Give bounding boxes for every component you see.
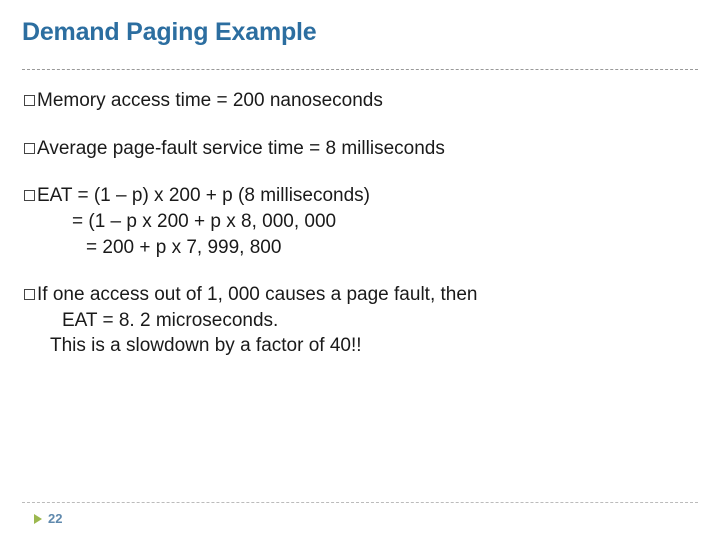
square-bullet-icon xyxy=(24,190,35,201)
bullet-lead: Average xyxy=(37,138,107,159)
page-number: 22 xyxy=(48,511,62,526)
bullet-text: page-fault service time = 8 milliseconds xyxy=(107,138,444,159)
bullet-lead: If xyxy=(37,284,48,305)
bullet-text: access time = 200 nanoseconds xyxy=(106,90,383,111)
eat-line-3: = 200 + p x 7, 999, 800 xyxy=(24,235,698,261)
bullet-lead: EAT xyxy=(37,185,72,206)
bullet-text: one access out of 1, 000 causes a page f… xyxy=(48,284,478,305)
bullet-text: = (1 – p) x 200 + p (8 milliseconds) xyxy=(72,185,370,206)
if-line-2: EAT = 8. 2 microseconds. xyxy=(24,308,698,334)
bullet-avg-page-fault: Average page-fault service time = 8 mill… xyxy=(24,136,698,162)
divider-top xyxy=(22,69,698,70)
bullet-lead: Memory xyxy=(37,90,106,111)
divider-bottom xyxy=(22,502,698,503)
triangle-icon xyxy=(34,514,42,524)
if-line-3: This is a slowdown by a factor of 40!! xyxy=(24,333,698,359)
bullet-if-one-access: If one access out of 1, 000 causes a pag… xyxy=(24,282,698,359)
slide-title: Demand Paging Example xyxy=(22,18,698,47)
slide: Demand Paging Example Memory access time… xyxy=(0,0,720,540)
eat-line-2: = (1 – p x 200 + p x 8, 000, 000 xyxy=(24,209,698,235)
bullet-memory-access: Memory access time = 200 nanoseconds xyxy=(24,88,698,114)
page-number-area: 22 xyxy=(22,511,698,526)
square-bullet-icon xyxy=(24,289,35,300)
square-bullet-icon xyxy=(24,143,35,154)
content-area: Memory access time = 200 nanoseconds Ave… xyxy=(22,88,698,359)
footer: 22 xyxy=(22,502,698,526)
bullet-eat-formula: EAT = (1 – p) x 200 + p (8 milliseconds)… xyxy=(24,183,698,260)
square-bullet-icon xyxy=(24,95,35,106)
